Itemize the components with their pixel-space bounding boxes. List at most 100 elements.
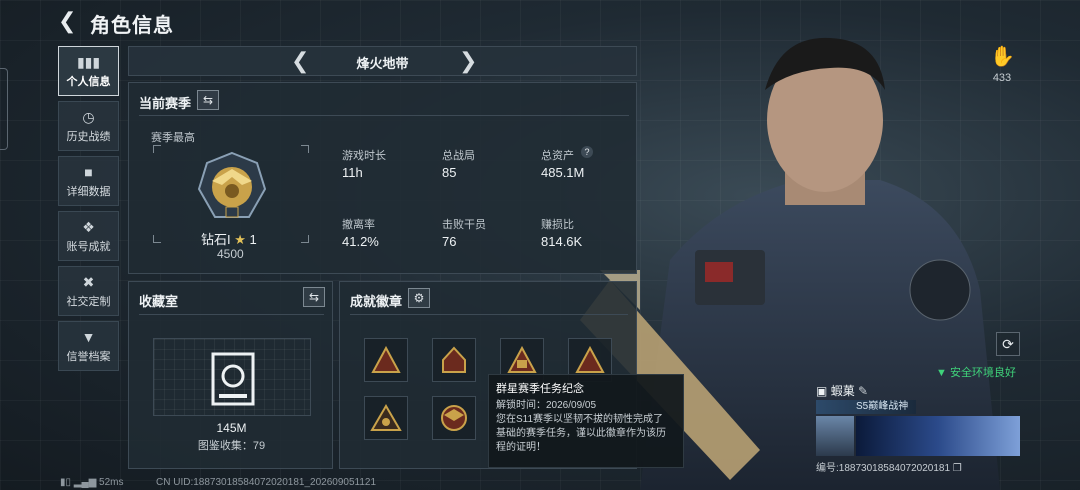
frame-corner	[301, 145, 309, 153]
back-arrow-icon[interactable]: ❮	[58, 10, 78, 32]
thumbs-up-icon[interactable]: ✋	[990, 44, 1015, 68]
divider	[350, 314, 628, 315]
gear-icon[interactable]: ⚙	[408, 288, 430, 308]
briefcase-icon: ▣	[816, 384, 828, 398]
stat-value-profit-ratio: 814.6K	[541, 234, 583, 249]
achievements-title: 成就徽章	[350, 294, 403, 309]
stat-label-assets: 总资产	[541, 150, 574, 162]
uid-line: CN UID:18873018584072020181_202609051121	[156, 477, 377, 488]
season-title: 当前赛季	[139, 96, 192, 111]
frame-corner	[153, 145, 161, 153]
sidebar-item-details[interactable]: ■ 详细数据	[58, 156, 119, 206]
sidebar-item-label: 信誉档案	[66, 351, 111, 363]
player-name-line: ▣ 蝦菓 ✎	[816, 382, 868, 399]
stat-label-kills: 击败干员	[442, 219, 486, 231]
side-drawer-handle[interactable]	[0, 68, 8, 150]
tools-icon: ✖	[82, 274, 95, 290]
rank-points: 4500	[217, 247, 244, 261]
signal-icon: ▂▄▆	[73, 477, 97, 488]
like-count: 433	[992, 72, 1012, 84]
sidebar-item-history[interactable]: ◷ 历史战绩	[58, 101, 119, 151]
star-icon: ★	[234, 232, 246, 247]
player-id-line: 编号:18873018584072020181 ❐	[816, 459, 962, 474]
gallery-label: 图鉴收集：	[197, 440, 253, 452]
sidebar-item-personal-info[interactable]: ▮▮▮ 个人信息	[58, 46, 119, 96]
stat-value-assets: 485.1M	[541, 165, 585, 180]
stat-label-playtime: 游戏时长	[342, 150, 386, 162]
display-case-icon	[211, 352, 255, 406]
rank-stars: 1	[249, 232, 257, 247]
shield-icon: ▼	[81, 329, 96, 345]
sidebar-item-achievements[interactable]: ❖ 账号成就	[58, 211, 119, 261]
tower-badge-icon	[442, 346, 466, 373]
gallery-collection: 图鉴收集：79	[129, 437, 334, 453]
collection-title: 收藏室	[139, 294, 179, 309]
rank-emblem-icon	[197, 151, 267, 218]
battery-icon: ▮▯	[60, 477, 72, 488]
sidebar-item-label: 个人信息	[66, 76, 111, 88]
gallery-count: 79	[252, 440, 266, 452]
collection-value: 145M	[216, 421, 247, 435]
ping: 52ms	[99, 477, 124, 488]
stat-value-playtime: 11h	[342, 165, 363, 180]
bar-chart-icon: ▮▮▮	[76, 54, 101, 70]
current-season-panel: 当前赛季 ⇆ 赛季最高 钻石I ★ 1 4500 游戏时长 11h 总战局 85…	[128, 82, 637, 274]
safety-label: 安全环境良好	[949, 367, 1016, 379]
safety-status: ▼ 安全环境良好	[936, 364, 1016, 380]
medal-icon: ❖	[82, 219, 95, 235]
badge-tooltip: 群星赛季任务纪念 解锁时间：2026/09/05 您在S11赛季以坚韧不拔的韧性…	[488, 374, 684, 468]
stat-label-matches: 总战局	[442, 150, 475, 162]
sidebar-item-label: 社交定制	[66, 296, 111, 308]
sidebar-item-label: 详细数据	[66, 186, 111, 198]
badge-slot[interactable]	[364, 396, 408, 440]
stat-value-kills: 76	[442, 234, 457, 249]
triangle-badge-icon	[371, 346, 401, 373]
tooltip-description-line: 程的证明！	[496, 442, 546, 453]
collection-panel: 收藏室 ⇆ 145M 图鉴收集：79	[128, 281, 333, 469]
stat-value-matches: 85	[442, 165, 457, 180]
refresh-icon[interactable]: ⟳	[996, 332, 1020, 356]
clock-icon: ◷	[82, 109, 95, 125]
stat-label-extract-rate: 撤离率	[342, 219, 375, 231]
tooltip-description-line: 基础的赛季任务，谨以此徽章作为该历	[496, 428, 666, 439]
player-id: 编号:18873018584072020181	[816, 463, 951, 474]
frame-corner	[153, 235, 161, 243]
sidebar-item-social[interactable]: ✖ 社交定制	[58, 266, 119, 316]
tooltip-unlock-time: 解锁时间：2026/09/05	[496, 400, 597, 411]
player-name: 蝦菓	[830, 384, 855, 398]
status-bar: ▮▯ ▂▄▆ 52ms	[60, 477, 124, 488]
stat-value-extract-rate: 41.2%	[342, 234, 379, 249]
stat-label-profit-ratio: 赚损比	[541, 219, 574, 231]
star-badge-icon	[370, 404, 402, 431]
mode-label: 烽火地带	[356, 56, 409, 71]
divider	[139, 314, 324, 315]
help-icon[interactable]: ?	[581, 146, 593, 158]
shield-check-icon: ▼	[936, 367, 947, 379]
tooltip-description-line: 您在S11赛季以坚韧不拔的韧性完成了	[496, 414, 664, 425]
badge-slot[interactable]	[432, 338, 476, 382]
divider	[139, 115, 629, 116]
badge-slot[interactable]	[364, 338, 408, 382]
season-highest-label: 赛季最高	[151, 132, 195, 144]
eagle-badge-icon	[441, 405, 467, 431]
helmet-badge-icon	[507, 346, 537, 373]
switch-season-icon[interactable]: ⇆	[197, 90, 219, 110]
sidebar-item-reputation[interactable]: ▼ 信誉档案	[58, 321, 119, 371]
folder-icon: ■	[84, 164, 93, 180]
copy-icon[interactable]: ❐	[953, 463, 962, 474]
sidebar-item-label: 历史战绩	[66, 131, 111, 143]
rank-name: 钻石I	[201, 232, 231, 247]
switch-collection-icon[interactable]: ⇆	[303, 287, 325, 307]
frame-corner	[301, 235, 309, 243]
player-banner[interactable]	[856, 416, 1020, 456]
rank-line: 钻石I ★ 1	[201, 229, 257, 248]
player-title-badge: S5巅峰战神	[816, 400, 916, 414]
badge-slot[interactable]	[432, 396, 476, 440]
next-mode-chevron-icon[interactable]: ❯	[459, 48, 477, 74]
sidebar-item-label: 账号成就	[66, 241, 111, 253]
page-title: 角色信息	[90, 15, 174, 37]
tooltip-title: 群星赛季任务纪念	[496, 383, 584, 395]
edit-name-icon[interactable]: ✎	[858, 384, 868, 398]
flag-badge-icon	[575, 346, 605, 373]
player-avatar[interactable]	[816, 416, 854, 456]
